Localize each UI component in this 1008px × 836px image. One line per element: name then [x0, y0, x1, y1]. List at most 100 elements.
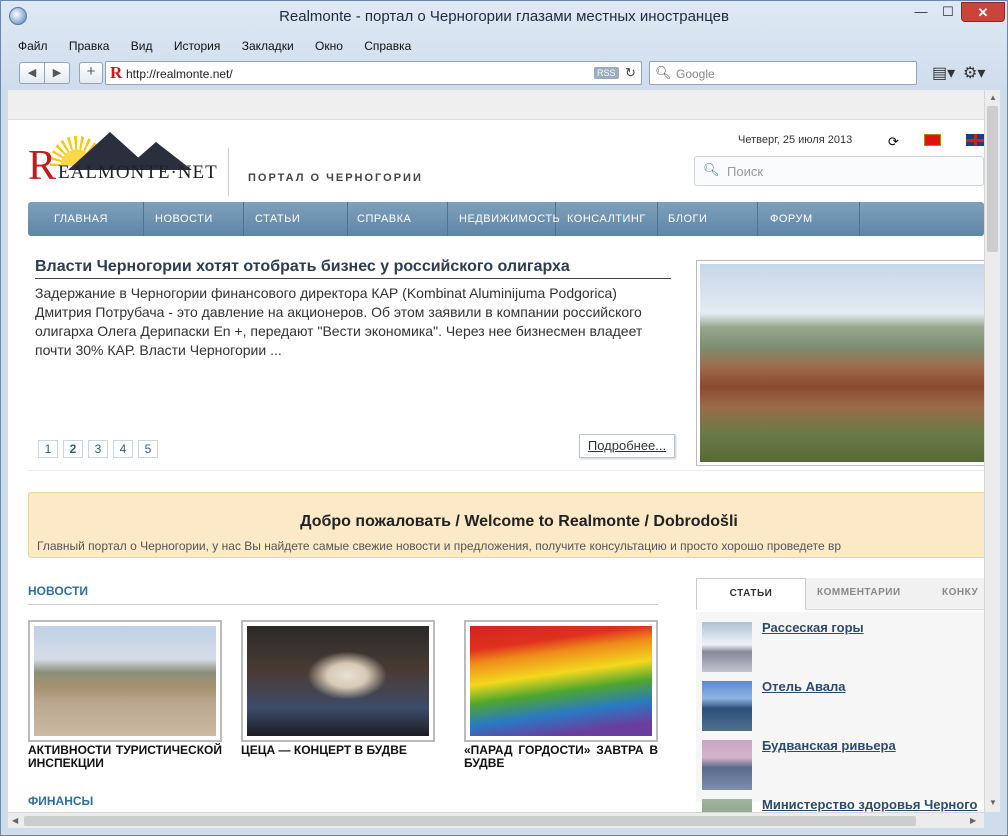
- divider: [28, 470, 984, 471]
- nav-articles[interactable]: СТАТЬИ: [244, 202, 348, 236]
- horizontal-scroll-thumb[interactable]: [24, 816, 916, 826]
- uk-flag-icon[interactable]: [966, 134, 984, 146]
- list-item[interactable]: Отель Авала: [702, 679, 984, 733]
- read-more-label: Подробнее...: [587, 438, 667, 453]
- article-thumbnail: [702, 740, 752, 790]
- toolbar: ◀ ▶ + R http://realmonte.net/ RSS ↻ 🔍︎ G…: [1, 59, 1007, 89]
- news-photo: [470, 626, 652, 736]
- page-button[interactable]: 1: [38, 440, 58, 458]
- sidebar-tabs: СТАТЬИ КОММЕНТАРИИ КОНКУ: [696, 578, 984, 610]
- menu-help[interactable]: Справка: [364, 39, 411, 53]
- featured-title[interactable]: Власти Черногории хотят отобрать бизнес …: [35, 258, 570, 276]
- tab-comments[interactable]: КОММЕНТАРИИ: [817, 578, 901, 610]
- address-bar[interactable]: R http://realmonte.net/ RSS ↻: [105, 61, 642, 85]
- featured-underline: [35, 278, 671, 279]
- page-button[interactable]: 3: [88, 440, 108, 458]
- tab-contests[interactable]: КОНКУ: [942, 578, 978, 610]
- forward-button[interactable]: ▶: [44, 62, 70, 84]
- news-card-image[interactable]: [28, 620, 222, 742]
- nav-home[interactable]: ГЛАВНАЯ: [28, 202, 144, 236]
- rss-button[interactable]: RSS: [594, 67, 619, 79]
- site-tagline: ПОРТАЛ О ЧЕРНОГОРИИ: [248, 172, 423, 184]
- article-link[interactable]: Министерство здоровья Черного: [762, 797, 977, 812]
- menu-window[interactable]: Окно: [315, 39, 343, 53]
- site-search-input[interactable]: 🔍︎ Поиск: [694, 156, 984, 186]
- nav-consulting[interactable]: КОНСАЛТИНГ: [556, 202, 658, 236]
- settings-icon[interactable]: ⚙▾: [963, 63, 985, 83]
- article-link[interactable]: Будванская ривьера: [762, 738, 896, 753]
- close-button[interactable]: ✕: [961, 2, 1005, 22]
- current-date: Четверг, 25 июля 2013: [738, 134, 853, 146]
- news-card-title[interactable]: АКТИВНОСТИ ТУРИСТИЧЕСКОЙ ИНСПЕКЦИИ: [28, 744, 222, 770]
- menu-bar: Файл Правка Вид История Закладки Окно Сп…: [1, 35, 1007, 57]
- maximize-button[interactable]: ☐: [935, 2, 961, 22]
- page-viewport: R EALMONTE·NET ПОРТАЛ О ЧЕРНОГОРИИ Четве…: [8, 90, 984, 812]
- list-item[interactable]: Рассеская горы: [702, 620, 984, 674]
- site-logo[interactable]: R EALMONTE·NET: [28, 128, 217, 189]
- reload-icon[interactable]: ↻: [625, 65, 636, 81]
- article-link[interactable]: Отель Авала: [762, 679, 846, 694]
- featured-pager: 12345: [38, 440, 163, 458]
- welcome-banner: Добро пожаловать / Welcome to Realmonte …: [28, 492, 984, 558]
- search-icon: 🔍︎: [655, 65, 672, 80]
- search-icon: 🔍︎: [703, 162, 720, 177]
- news-card-image[interactable]: [464, 620, 658, 742]
- logo-letter: R: [28, 143, 57, 189]
- page-menu-icon[interactable]: ▤▾: [932, 63, 955, 83]
- article-thumbnail: [702, 622, 752, 672]
- back-button[interactable]: ◀: [19, 62, 45, 84]
- main-nav: ГЛАВНАЯ НОВОСТИ СТАТЬИ СПРАВКА НЕДВИЖИМО…: [28, 202, 984, 236]
- nav-reference[interactable]: СПРАВКА: [348, 202, 448, 236]
- nav-news[interactable]: НОВОСТИ: [144, 202, 244, 236]
- aluminium-plant-photo: [700, 264, 984, 462]
- menu-bookmarks[interactable]: Закладки: [242, 39, 294, 53]
- list-item[interactable]: Министерство здоровья Черного: [702, 797, 984, 812]
- scroll-left-icon[interactable]: ◀: [12, 816, 18, 825]
- menu-file[interactable]: Файл: [18, 39, 48, 53]
- welcome-title: Добро пожаловать / Welcome to Realmonte …: [300, 513, 738, 530]
- welcome-text: Главный портал о Черногории, у нас Вы на…: [37, 539, 842, 553]
- finance-heading[interactable]: ФИНАНСЫ: [28, 794, 93, 808]
- featured-text: Задержание в Черногории финансового дире…: [35, 285, 643, 358]
- nav-blogs[interactable]: БЛОГИ: [658, 202, 758, 236]
- nav-real-estate[interactable]: НЕДВИЖИМОСТЬ: [448, 202, 560, 236]
- list-item[interactable]: Будванская ривьера: [702, 738, 984, 792]
- menu-history[interactable]: История: [174, 39, 221, 53]
- page-button[interactable]: 5: [138, 440, 158, 458]
- minimize-button[interactable]: —: [907, 2, 935, 22]
- menu-edit[interactable]: Правка: [69, 39, 110, 53]
- news-card-image[interactable]: [241, 620, 435, 742]
- logo-text: EALMONTE·NET: [58, 162, 218, 183]
- horizontal-scrollbar[interactable]: ◀ ▶: [8, 812, 984, 828]
- scroll-up-icon[interactable]: ▲: [989, 93, 997, 102]
- read-more-button[interactable]: Подробнее...: [579, 434, 675, 458]
- share-icon[interactable]: ⟳: [888, 134, 899, 150]
- sidebar-list: Рассеская горы Отель Авала Будванская ри…: [696, 612, 984, 812]
- featured-image[interactable]: [696, 260, 984, 466]
- montenegro-flag-icon[interactable]: [924, 134, 941, 146]
- tab-articles[interactable]: СТАТЬИ: [696, 578, 806, 610]
- scroll-right-icon[interactable]: ▶: [970, 816, 976, 825]
- scroll-down-icon[interactable]: ▼: [989, 798, 997, 807]
- news-photo: [247, 626, 429, 736]
- menu-view[interactable]: Вид: [131, 39, 153, 53]
- add-bookmark-button[interactable]: +: [79, 62, 103, 84]
- nav-forum[interactable]: ФОРУМ: [758, 202, 860, 236]
- vertical-scrollbar[interactable]: ▲ ▼: [984, 90, 1000, 812]
- vertical-scroll-thumb[interactable]: [987, 106, 998, 252]
- news-heading-line: [28, 604, 658, 605]
- search-input[interactable]: 🔍︎ Google: [649, 61, 917, 85]
- page-button-active[interactable]: 2: [63, 440, 83, 458]
- article-thumbnail: [702, 681, 752, 731]
- url-text[interactable]: http://realmonte.net/: [126, 67, 233, 81]
- logo-divider: [228, 148, 229, 196]
- site-favicon-icon: R: [110, 63, 123, 82]
- article-link[interactable]: Рассеская горы: [762, 620, 864, 635]
- news-card-title[interactable]: «ПАРАД ГОРДОСТИ» ЗАВТРА В БУДВЕ: [464, 744, 658, 770]
- site-search-placeholder: Поиск: [727, 164, 764, 179]
- page-button[interactable]: 4: [113, 440, 133, 458]
- window-title: Realmonte - портал о Черногории глазами …: [279, 8, 729, 25]
- search-placeholder: Google: [676, 67, 715, 81]
- news-heading[interactable]: НОВОСТИ: [28, 584, 88, 598]
- news-card-title[interactable]: ЦЕЦА — КОНЦЕРТ В БУДВЕ: [241, 744, 435, 757]
